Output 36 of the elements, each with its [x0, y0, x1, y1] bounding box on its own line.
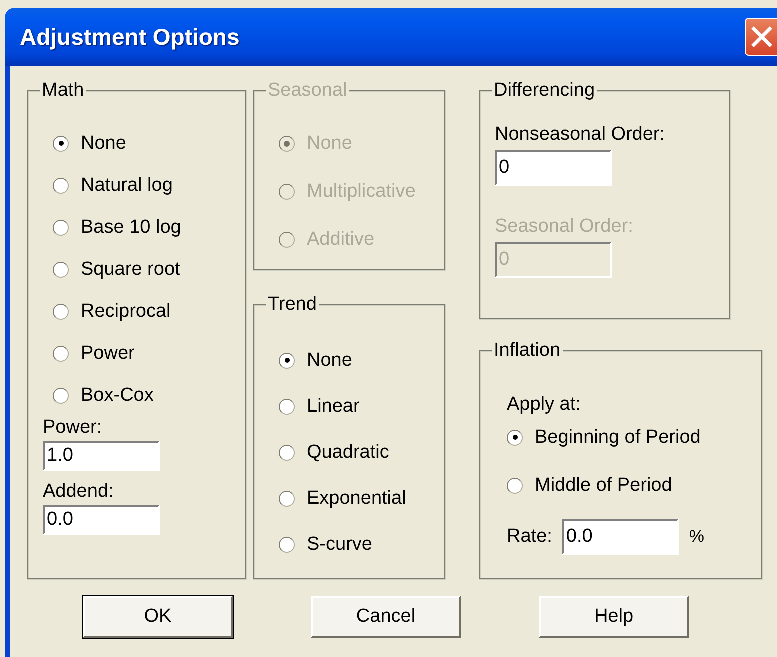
field-label: Apply at: — [507, 394, 582, 416]
radio-button[interactable]: Power — [53, 342, 231, 365]
radio-button[interactable]: None — [53, 132, 231, 155]
group-label: Trend — [267, 294, 318, 316]
input-field[interactable]: 0.0 — [562, 519, 680, 555]
window-title: Adjustment Options — [20, 24, 240, 50]
field-label: Rate: — [507, 526, 552, 548]
radio-button[interactable]: Middle of Period — [507, 474, 747, 497]
radio-button[interactable]: None — [279, 349, 430, 372]
radio-button[interactable]: Base 10 log — [53, 216, 231, 239]
field-label: Addend: — [43, 481, 114, 503]
group-label: Inflation — [493, 340, 562, 362]
close-button[interactable] — [745, 18, 777, 56]
dialog-button[interactable]: Help — [539, 596, 689, 638]
field-label: Power: — [43, 417, 102, 439]
radio-button[interactable]: Beginning of Period — [507, 426, 747, 449]
radio-button[interactable]: Linear — [279, 395, 430, 418]
group-label: Differencing — [493, 80, 596, 102]
unit-label: % — [689, 527, 705, 547]
input-field[interactable]: 0 — [495, 150, 612, 186]
input-field[interactable]: 1.0 — [43, 441, 160, 471]
radio-button[interactable]: Quadratic — [279, 441, 430, 464]
dialog-button[interactable]: Cancel — [311, 596, 461, 638]
group-label: Seasonal — [267, 80, 348, 102]
dialog-button[interactable]: OK — [83, 596, 233, 638]
radio-button[interactable]: Box-Cox — [53, 384, 231, 407]
radio-button[interactable]: Reciprocal — [53, 300, 231, 323]
group-label: Math — [41, 80, 86, 102]
radio-button[interactable]: Square root — [53, 258, 231, 281]
field-label: Seasonal Order: — [495, 216, 634, 238]
input-field[interactable]: 0.0 — [43, 505, 160, 535]
radio-button[interactable]: Natural log — [53, 174, 231, 197]
close-icon — [750, 26, 772, 48]
radio-button[interactable]: Exponential — [279, 487, 430, 510]
radio-button[interactable]: S-curve — [279, 533, 430, 556]
field-label: Nonseasonal Order: — [495, 124, 666, 146]
